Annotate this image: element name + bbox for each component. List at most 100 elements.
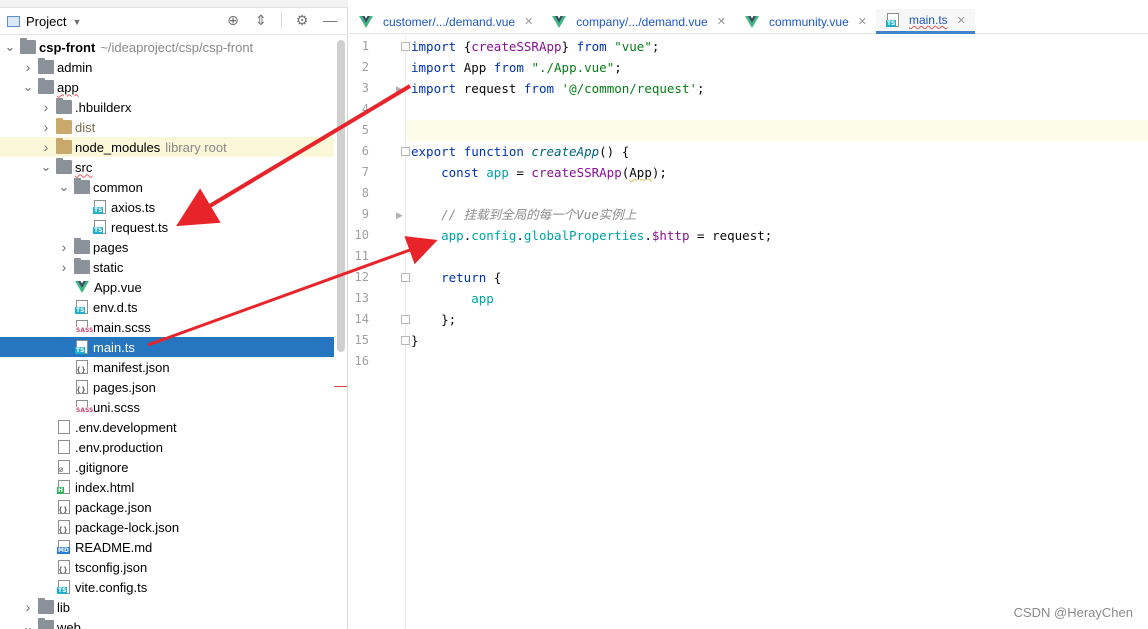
tree-item-label: node_modules [75, 139, 161, 155]
code-line: app [411, 288, 494, 309]
tree-row[interactable]: ›Hindex.html [0, 477, 334, 497]
code-token: "./App.vue" [531, 60, 615, 75]
chevron-down-icon[interactable]: ⌄ [40, 159, 52, 175]
tree-row[interactable]: ›{}tsconfig.json [0, 557, 334, 577]
editor-tab[interactable]: company/.../demand.vue ✕ [542, 9, 735, 34]
chevron-right-icon[interactable]: › [40, 99, 52, 115]
tree-item-label: App.vue [94, 279, 142, 295]
tree-row[interactable]: › dist [0, 117, 334, 137]
tree-row[interactable]: ›{}pages.json [0, 377, 334, 397]
code-token: import [411, 39, 464, 54]
project-panel: Project ▼ ⊕ ⇕ ⚙ — ⌄ csp-front ~/ideaprojec… [0, 0, 348, 629]
chevron-right-icon[interactable]: › [40, 119, 52, 135]
tree-item-label: .env.development [75, 419, 177, 435]
code-token: createApp [531, 144, 600, 159]
fold-arrow-icon[interactable]: ▶ [396, 210, 403, 221]
tree-item-label: tsconfig.json [75, 559, 148, 575]
tree-row[interactable]: ›TSvite.config.ts [0, 577, 334, 597]
close-icon[interactable]: ✕ [717, 15, 726, 28]
chevron-down-icon[interactable]: ▼ [72, 17, 81, 27]
tree-row[interactable]: ›TSaxios.ts [0, 197, 334, 217]
tree-row[interactable]: › pages [0, 237, 334, 257]
tree-row[interactable]: ⌄ common [0, 177, 334, 197]
tree-row[interactable]: ›.env.production [0, 437, 334, 457]
editor-tab[interactable]: customer/.../demand.vue ✕ [349, 9, 542, 34]
editor-tab[interactable]: TS main.ts ✕ [875, 9, 975, 34]
tree-item-label: src [75, 159, 93, 175]
tree-row[interactable]: › .hbuilderx [0, 97, 334, 117]
gear-icon[interactable]: ⚙ [294, 12, 310, 28]
code-token: createSSRApp [531, 165, 622, 180]
tree-row[interactable]: ⌄ src [0, 157, 334, 177]
tree-item-label: csp-front [39, 39, 96, 55]
folder-icon [74, 178, 90, 194]
chevron-right-icon[interactable]: › [58, 259, 70, 275]
tree-item-label: pages.json [93, 379, 156, 395]
chevron-right-icon[interactable]: › [40, 139, 52, 155]
editor-tab[interactable]: community.vue ✕ [735, 9, 876, 34]
ts-file-icon: TS [75, 300, 88, 314]
line-number: 2 [361, 60, 369, 74]
chevron-down-icon[interactable]: ⌄ [22, 79, 34, 95]
vue-file-icon [744, 15, 759, 28]
minimize-icon[interactable]: — [322, 12, 338, 28]
tree-row[interactable]: ›App.vue [0, 277, 334, 297]
code-token: globalProperties [523, 228, 645, 243]
code-token: ; [614, 60, 622, 75]
fold-arrow-icon[interactable]: ▶ [396, 84, 403, 95]
tree-row[interactable]: › admin [0, 57, 334, 77]
toolbar-divider [281, 12, 282, 28]
tree-row[interactable]: › lib [0, 597, 334, 617]
code-token: // 挂载到全局的每一个Vue实例上 [441, 207, 637, 222]
tree-item-label: manifest.json [93, 359, 170, 375]
chevron-down-icon[interactable]: ⌄ [4, 39, 16, 55]
tree-row[interactable]: ›SASSmain.scss [0, 317, 334, 337]
tree-row[interactable]: › node_modules library root [0, 137, 334, 157]
code-token: . [516, 228, 524, 243]
code-token: import [411, 60, 464, 75]
line-number: 10 [354, 228, 369, 242]
collapse-all-icon[interactable]: ⇕ [253, 12, 269, 28]
code-token: const [441, 165, 487, 180]
code-editor[interactable]: import {createSSRApp} from "vue"; import … [407, 35, 1148, 629]
tree-item-label: dist [75, 119, 96, 135]
close-icon[interactable]: ✕ [858, 15, 867, 28]
tree-row[interactable]: ›{}manifest.json [0, 357, 334, 377]
tree-row[interactable]: ⌄ csp-front ~/ideaproject/csp/csp-front [0, 37, 334, 57]
chevron-down-icon[interactable]: ⌄ [22, 619, 34, 629]
tree-row[interactable]: ›TSrequest.ts [0, 217, 334, 237]
tree-row[interactable]: ›MDREADME.md [0, 537, 334, 557]
tree-row[interactable]: › static [0, 257, 334, 277]
code-token: return [441, 270, 494, 285]
chevron-down-icon[interactable]: ⌄ [58, 179, 70, 195]
code-line: app.config.globalProperties.$http = requ… [411, 225, 772, 246]
chevron-right-icon[interactable]: › [22, 599, 34, 615]
tree-row[interactable]: ›TSenv.d.ts [0, 297, 334, 317]
tree-scrollbar[interactable] [337, 40, 345, 352]
tree-row[interactable]: ›{}package-lock.json [0, 517, 334, 537]
close-icon[interactable]: ✕ [957, 14, 966, 27]
tree-item-label: main.ts [93, 339, 135, 355]
tree-row[interactable]: ›⊘.gitignore [0, 457, 334, 477]
tree-row[interactable]: ›SASSuni.scss [0, 397, 334, 417]
code-token: function [463, 144, 532, 159]
tree-row[interactable]: ›.env.development [0, 417, 334, 437]
code-line: return { [411, 267, 501, 288]
chevron-right-icon[interactable]: › [58, 239, 70, 255]
tree-row[interactable]: ›TSmain.ts [0, 337, 334, 357]
locate-target-icon[interactable]: ⊕ [225, 12, 241, 28]
ts-file-icon: TS [93, 200, 106, 214]
code-token: { [493, 270, 502, 285]
error-marker [334, 386, 347, 387]
tree-row[interactable]: ›{}package.json [0, 497, 334, 517]
ignore-file-icon: ⊘ [58, 460, 70, 474]
chevron-right-icon[interactable]: › [22, 59, 34, 75]
tree-row[interactable]: ⌄ app [0, 77, 334, 97]
close-icon[interactable]: ✕ [524, 15, 533, 28]
code-line: import App from "./App.vue"; [411, 57, 622, 78]
vue-file-icon [75, 281, 89, 293]
tree-row[interactable]: ⌄ web [0, 617, 334, 629]
project-view-title[interactable]: Project [26, 14, 66, 29]
